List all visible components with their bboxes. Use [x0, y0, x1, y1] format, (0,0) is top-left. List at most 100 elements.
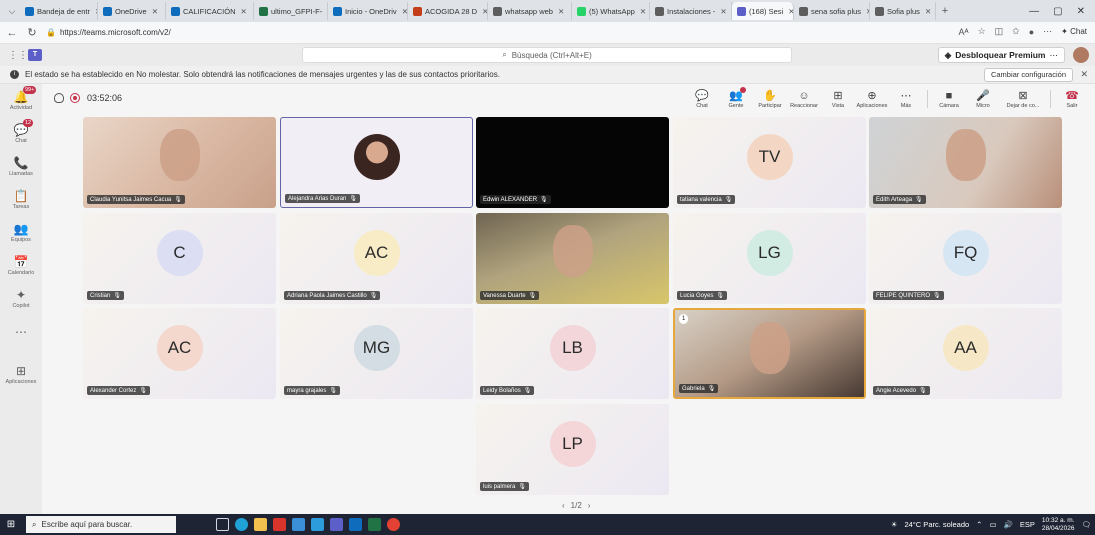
participant-tile[interactable]: AA Angie Acevedo 🎙: [869, 308, 1062, 399]
tray-overflow-icon[interactable]: ⌃: [976, 520, 982, 529]
participant-tile[interactable]: Edwin ALEXANDER 🎙: [476, 117, 669, 208]
url-field[interactable]: 🔒 https://teams.microsoft.com/v2/: [46, 28, 171, 37]
tab-close-icon[interactable]: ✕: [925, 7, 931, 16]
participant-tile[interactable]: AC Alexander Cortez 🎙: [83, 308, 276, 399]
browser-tab[interactable]: OneDrive ✕: [98, 2, 166, 20]
participant-tile[interactable]: C Cristian 🎙: [83, 213, 276, 304]
rail-item-equipos[interactable]: 👥 Equipos: [0, 216, 42, 249]
read-aloud-icon[interactable]: Aᴬ: [958, 27, 968, 37]
new-tab-button[interactable]: +: [936, 5, 954, 17]
browser-tab[interactable]: ACOGIDA 28 D ✕: [408, 2, 488, 20]
notifications-icon[interactable]: 🗨: [1081, 520, 1091, 529]
more-button[interactable]: ⋯ Más: [889, 86, 923, 112]
browser-tab[interactable]: CALIFICACIÓN ✕: [166, 2, 254, 20]
close-window-button[interactable]: ✕: [1077, 6, 1085, 17]
acrobat-icon[interactable]: [273, 518, 286, 531]
camera-button[interactable]: ■ Cámara: [932, 86, 966, 112]
browser-tab[interactable]: ultimo_GFPI-F-✕: [254, 2, 328, 20]
participant-tile[interactable]: Alejandra Arias Duran 🎙: [280, 117, 473, 208]
browser-tab[interactable]: (5) WhatsApp ✕: [572, 2, 650, 20]
profile-icon[interactable]: ●: [1029, 27, 1034, 37]
people-button[interactable]: 👥 Gente: [719, 86, 753, 112]
rail-item-copilot[interactable]: ✦ Copilot: [0, 282, 42, 315]
start-button[interactable]: ⊞: [0, 519, 22, 530]
participant-tile[interactable]: AC Adriana Paola Jaimes Castillo 🎙: [280, 213, 473, 304]
rail-item-label: Llamadas: [9, 170, 33, 177]
store-icon[interactable]: [292, 518, 305, 531]
back-button[interactable]: ←: [6, 27, 18, 39]
search-input[interactable]: ⌕ Búsqueda (Ctrl+Alt+E): [302, 47, 792, 63]
tab-actions-chevron-icon[interactable]: ⌵: [4, 6, 20, 17]
participant-tile[interactable]: 1 Gabriela 🎙: [673, 308, 866, 399]
participant-tile[interactable]: MG mayra grajales 🎙: [280, 308, 473, 399]
browser-tab[interactable]: Inicio - OneDriv ✕: [328, 2, 408, 20]
mic-button[interactable]: 🎤 Micro: [966, 86, 1000, 112]
volume-icon[interactable]: 🔊: [1004, 520, 1013, 529]
chat-button[interactable]: 💬 Chat: [685, 86, 719, 112]
clock[interactable]: 10:32 a. m. 28/04/2026: [1042, 517, 1075, 533]
file-explorer-icon[interactable]: [254, 518, 267, 531]
outlook-icon[interactable]: [349, 518, 362, 531]
copilot-chat-button[interactable]: ✦ Chat: [1061, 27, 1087, 36]
react-button[interactable]: ☺ Reaccionar: [787, 86, 821, 112]
photos-icon[interactable]: [311, 518, 324, 531]
excel-icon[interactable]: [368, 518, 381, 531]
change-settings-button[interactable]: Cambiar configuración: [983, 68, 1073, 82]
tab-close-icon[interactable]: ✕: [720, 7, 726, 16]
favorites-icon[interactable]: ✩: [1012, 26, 1020, 37]
favorite-star-icon[interactable]: ☆: [978, 26, 986, 37]
next-page-icon[interactable]: ›: [588, 501, 591, 510]
teams-icon: 👥: [13, 221, 29, 236]
minimize-button[interactable]: —: [1029, 6, 1039, 17]
browser-tab[interactable]: (168) Sesi ✕: [732, 2, 794, 20]
rail-item-chat[interactable]: 💬 Chat 12: [0, 117, 42, 150]
apps-icon: ⊞: [15, 363, 27, 378]
browser-tab[interactable]: Sofia plus ✕: [870, 2, 936, 20]
chrome-icon[interactable]: [387, 518, 400, 531]
more-icon[interactable]: ⋯: [1043, 26, 1052, 37]
apps-button[interactable]: ⊕ Aplicaciones: [855, 86, 889, 112]
task-view-icon[interactable]: [216, 518, 229, 531]
refresh-button[interactable]: ↻: [26, 26, 38, 39]
maximize-button[interactable]: ▢: [1053, 6, 1062, 17]
weather-text[interactable]: 24°C Parc. soleado: [904, 520, 969, 529]
prev-page-icon[interactable]: ‹: [562, 501, 565, 510]
browser-tab[interactable]: whatsapp web ✕: [488, 2, 572, 20]
view-button[interactable]: ⊞ Vista: [821, 86, 855, 112]
teams-app-icon[interactable]: [330, 518, 343, 531]
rail-item-llamadas[interactable]: 📞 Llamadas: [0, 150, 42, 183]
network-icon[interactable]: ▭: [989, 520, 996, 529]
tab-close-icon[interactable]: ✕: [558, 7, 564, 16]
close-icon[interactable]: ✕: [1080, 69, 1088, 80]
participant-tile[interactable]: Vanessa Duarte 🎙: [476, 213, 669, 304]
browser-tab[interactable]: Instalaciones - ✕: [650, 2, 732, 20]
taskbar-search[interactable]: ⌕ Escribe aquí para buscar.: [26, 516, 176, 533]
browser-tab[interactable]: sena sofia plus✕: [794, 2, 870, 20]
stop-sharing-button[interactable]: ⊠ Dejar de co...: [1000, 86, 1046, 112]
tab-close-icon[interactable]: ✕: [241, 7, 247, 16]
split-screen-icon[interactable]: ◫: [995, 26, 1004, 37]
tab-close-icon[interactable]: ✕: [152, 7, 158, 16]
rail-item-tareas[interactable]: 📋 Tareas: [0, 183, 42, 216]
participant-tile[interactable]: TV tatiana valencia 🎙: [673, 117, 866, 208]
language-indicator[interactable]: ESP: [1020, 520, 1035, 529]
participant-name-tag: Cristian 🎙: [87, 291, 124, 300]
raise-hand-button[interactable]: ✋ Participar: [753, 86, 787, 112]
browser-tab[interactable]: Bandeja de entr✕: [20, 2, 98, 20]
participant-tile[interactable]: Edith Arteaga 🎙: [869, 117, 1062, 208]
leave-button[interactable]: ☎ Salir: [1055, 86, 1089, 112]
rail-item-actividad[interactable]: 🔔 Actividad 99+: [0, 84, 42, 117]
rail-item-aplicaciones[interactable]: ⊞ Aplicaciones: [0, 358, 42, 391]
rail-item-more[interactable]: ⋯: [0, 315, 42, 348]
edge-icon[interactable]: [235, 518, 248, 531]
rail-item-calendario[interactable]: 📅 Calendario: [0, 249, 42, 282]
participant-tile[interactable]: Claudia Yunitsa Jaimes Cacua 🎙: [83, 117, 276, 208]
participant-tile[interactable]: LB Leidy Bolaños 🎙: [476, 308, 669, 399]
unlock-premium-button[interactable]: ◈ Desbloquear Premium ⋯: [937, 47, 1065, 63]
app-launcher-icon[interactable]: ⋮⋮⋮: [8, 50, 38, 61]
avatar[interactable]: [1073, 47, 1089, 63]
participant-tile[interactable]: FQ FELIPE QUINTERO 🎙: [869, 213, 1062, 304]
tab-close-icon[interactable]: ✕: [640, 7, 646, 16]
participant-tile[interactable]: LG Lucia Goyes 🎙: [673, 213, 866, 304]
participant-tile[interactable]: LP luis palmera 🎙: [476, 404, 669, 495]
